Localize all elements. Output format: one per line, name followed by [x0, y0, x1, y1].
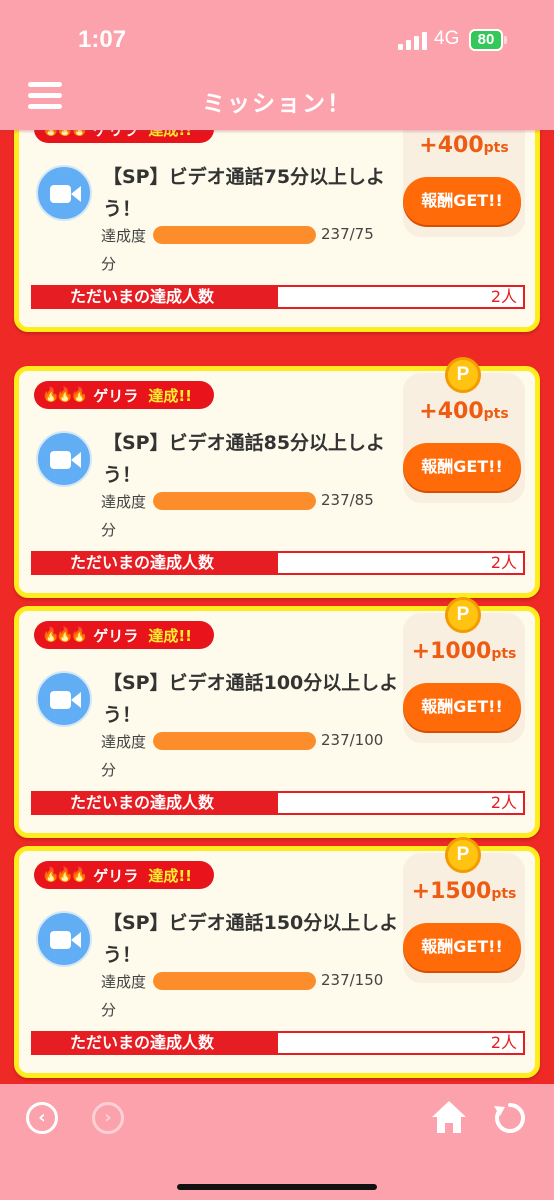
video-camera-icon	[36, 911, 92, 967]
achiever-counter: ただいまの達成人数 2人	[31, 285, 525, 309]
points-unit: pts	[491, 886, 517, 902]
battery-tip	[504, 36, 507, 44]
guerrilla-badge: 🔥🔥🔥 ゲリラ 達成!!	[34, 381, 214, 409]
mission-card: 🔥🔥🔥 ゲリラ 達成!! 【SP】ビデオ通話75分以上しよう！ 達成度 237/…	[14, 130, 540, 332]
mission-list[interactable]: 🔥🔥🔥 ゲリラ 達成!! 【SP】ビデオ通話75分以上しよう！ 達成度 237/…	[0, 130, 554, 1084]
flame-icon: 🔥🔥🔥	[42, 627, 88, 643]
progress-count: 237/85	[321, 491, 374, 509]
status-bar: 1:07 4G 80	[0, 0, 554, 80]
points-unit: pts	[483, 406, 509, 422]
badge-type: ゲリラ	[93, 866, 139, 885]
mission-title: 【SP】ビデオ通話85分以上しよう！	[103, 432, 386, 486]
progress-unit: 分	[101, 255, 117, 273]
point-coin-icon: P	[445, 357, 481, 393]
point-coin-icon: P	[445, 837, 481, 873]
home-indicator	[177, 1184, 377, 1190]
home-icon[interactable]	[430, 1098, 468, 1136]
guerrilla-badge: 🔥🔥🔥 ゲリラ 達成!!	[34, 130, 214, 143]
progress-label: 達成度	[101, 227, 147, 245]
page-title: ミッション！	[202, 91, 352, 117]
progress-count: 237/75	[321, 225, 374, 243]
progress-count: 237/100	[321, 731, 384, 749]
progress-unit: 分	[101, 761, 117, 779]
point-coin-icon: P	[445, 597, 481, 633]
claim-reward-button[interactable]: 報酬GET!!	[403, 443, 521, 491]
counter-value: 2人	[490, 553, 517, 572]
claim-reward-button[interactable]: 報酬GET!!	[403, 683, 521, 731]
counter-label: ただいまの達成人数	[33, 287, 278, 307]
badge-type: ゲリラ	[93, 626, 139, 645]
progress-unit: 分	[101, 1001, 117, 1019]
progress-bar	[153, 972, 316, 990]
progress-bar	[153, 226, 316, 244]
progress-label: 達成度	[101, 493, 147, 511]
badge-type: ゲリラ	[93, 130, 138, 140]
counter-label: ただいまの達成人数	[33, 1033, 278, 1053]
progress-bar	[153, 732, 316, 750]
points-value: +400	[419, 399, 484, 424]
guerrilla-badge: 🔥🔥🔥 ゲリラ 達成!!	[34, 621, 214, 649]
flame-icon: 🔥🔥🔥	[42, 130, 88, 137]
status-time: 1:07	[78, 26, 127, 53]
progress-fill	[153, 492, 316, 510]
badge-achieved: 達成!!	[148, 626, 192, 645]
reward-points: +400pts	[403, 133, 525, 158]
progress-fill	[153, 972, 316, 990]
counter-value: 2人	[490, 1033, 517, 1052]
reward-points: +1500pts	[403, 879, 525, 904]
mission-title: 【SP】ビデオ通話100分以上しよう！	[103, 672, 399, 726]
mission-card: 🔥🔥🔥 ゲリラ 達成!! 【SP】ビデオ通話150分以上しよう！ 達成度 237…	[14, 837, 540, 1078]
progress-fill	[153, 226, 316, 244]
forward-button[interactable]: ›	[92, 1102, 124, 1134]
flame-icon: 🔥🔥🔥	[42, 387, 88, 403]
reward-points: +1000pts	[403, 639, 525, 664]
bottom-navigation: ‹ ›	[0, 1084, 554, 1200]
progress-label: 達成度	[101, 733, 147, 751]
badge-achieved: 達成!!	[148, 130, 192, 140]
points-value: +1500	[411, 879, 492, 904]
points-unit: pts	[491, 646, 517, 662]
points-value: +400	[419, 133, 484, 158]
video-camera-icon	[36, 671, 92, 727]
guerrilla-badge: 🔥🔥🔥 ゲリラ 達成!!	[34, 861, 214, 889]
progress-unit: 分	[101, 521, 117, 539]
flame-icon: 🔥🔥🔥	[42, 867, 88, 883]
progress-bar	[153, 492, 316, 510]
reward-points: +400pts	[403, 399, 525, 424]
badge-type: ゲリラ	[93, 386, 139, 405]
points-unit: pts	[483, 140, 509, 156]
counter-value: 2人	[490, 287, 517, 306]
mission-card: 🔥🔥🔥 ゲリラ 達成!! 【SP】ビデオ通話85分以上しよう！ 達成度 237/…	[14, 357, 540, 598]
mission-card: 🔥🔥🔥 ゲリラ 達成!! 【SP】ビデオ通話100分以上しよう！ 達成度 237…	[14, 597, 540, 838]
video-camera-icon	[36, 165, 92, 221]
progress-fill	[153, 732, 316, 750]
counter-label: ただいまの達成人数	[33, 793, 278, 813]
badge-achieved: 達成!!	[148, 866, 192, 885]
achiever-counter: ただいまの達成人数 2人	[31, 791, 525, 815]
claim-reward-button[interactable]: 報酬GET!!	[403, 923, 521, 971]
badge-achieved: 達成!!	[148, 386, 192, 405]
progress-count: 237/150	[321, 971, 384, 989]
achiever-counter: ただいまの達成人数 2人	[31, 1031, 525, 1055]
reload-icon[interactable]	[492, 1100, 528, 1136]
mission-title: 【SP】ビデオ通話150分以上しよう！	[103, 912, 399, 966]
mission-title: 【SP】ビデオ通話75分以上しよう！	[103, 166, 386, 220]
video-camera-icon	[36, 431, 92, 487]
battery-icon: 80	[469, 29, 503, 51]
counter-value: 2人	[490, 793, 517, 812]
progress-label: 達成度	[101, 973, 147, 991]
app-header: ミッション！	[0, 80, 554, 130]
achiever-counter: ただいまの達成人数 2人	[31, 551, 525, 575]
network-type: 4G	[434, 28, 460, 49]
points-value: +1000	[411, 639, 492, 664]
claim-reward-button[interactable]: 報酬GET!!	[403, 177, 521, 225]
counter-label: ただいまの達成人数	[33, 553, 278, 573]
signal-icon	[398, 32, 427, 50]
back-button[interactable]: ‹	[26, 1102, 58, 1134]
